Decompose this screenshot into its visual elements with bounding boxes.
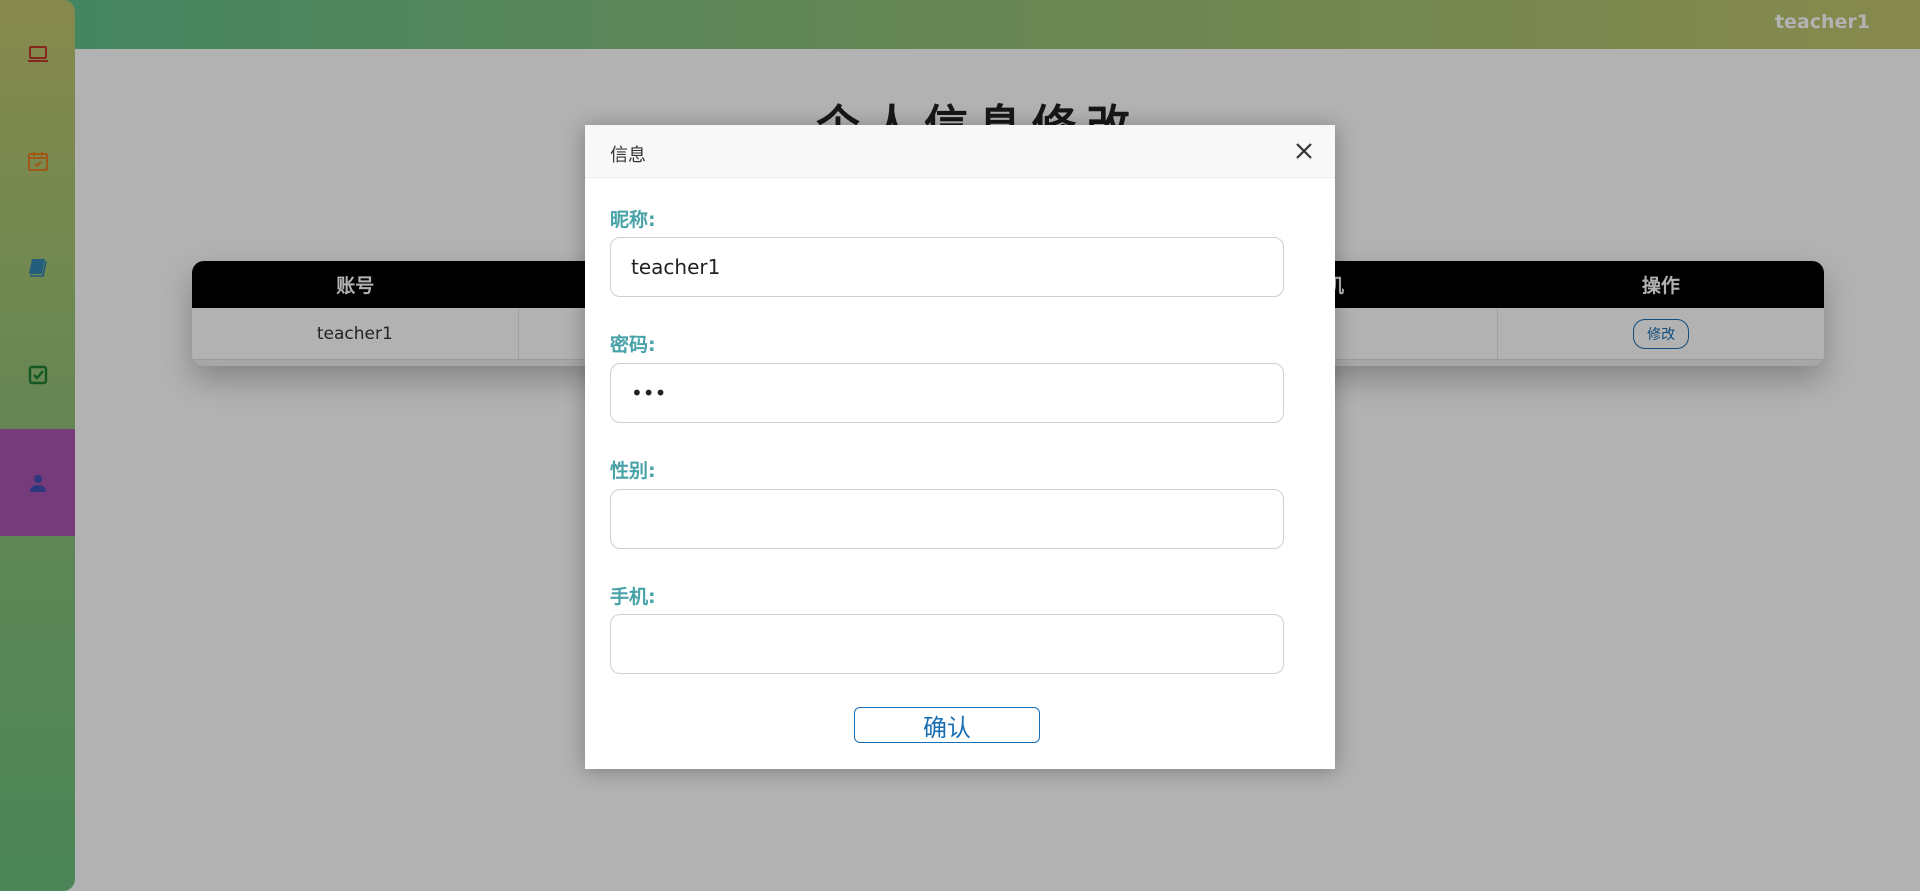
gender-label: 性别: <box>610 460 656 482</box>
phone-label: 手机: <box>610 586 656 608</box>
phone-input[interactable] <box>610 614 1284 674</box>
close-icon[interactable] <box>1293 140 1315 162</box>
gender-input[interactable] <box>610 489 1284 549</box>
info-dialog: 信息 昵称: 密码: 性别: 手机: 确认 <box>585 125 1335 769</box>
password-label: 密码: <box>610 334 656 356</box>
password-input[interactable] <box>610 363 1284 423</box>
nickname-label: 昵称: <box>610 209 656 231</box>
confirm-button[interactable]: 确认 <box>854 707 1040 743</box>
dialog-title: 信息 <box>610 145 646 166</box>
dialog-header: 信息 <box>585 125 1335 178</box>
nickname-input[interactable] <box>610 237 1284 297</box>
